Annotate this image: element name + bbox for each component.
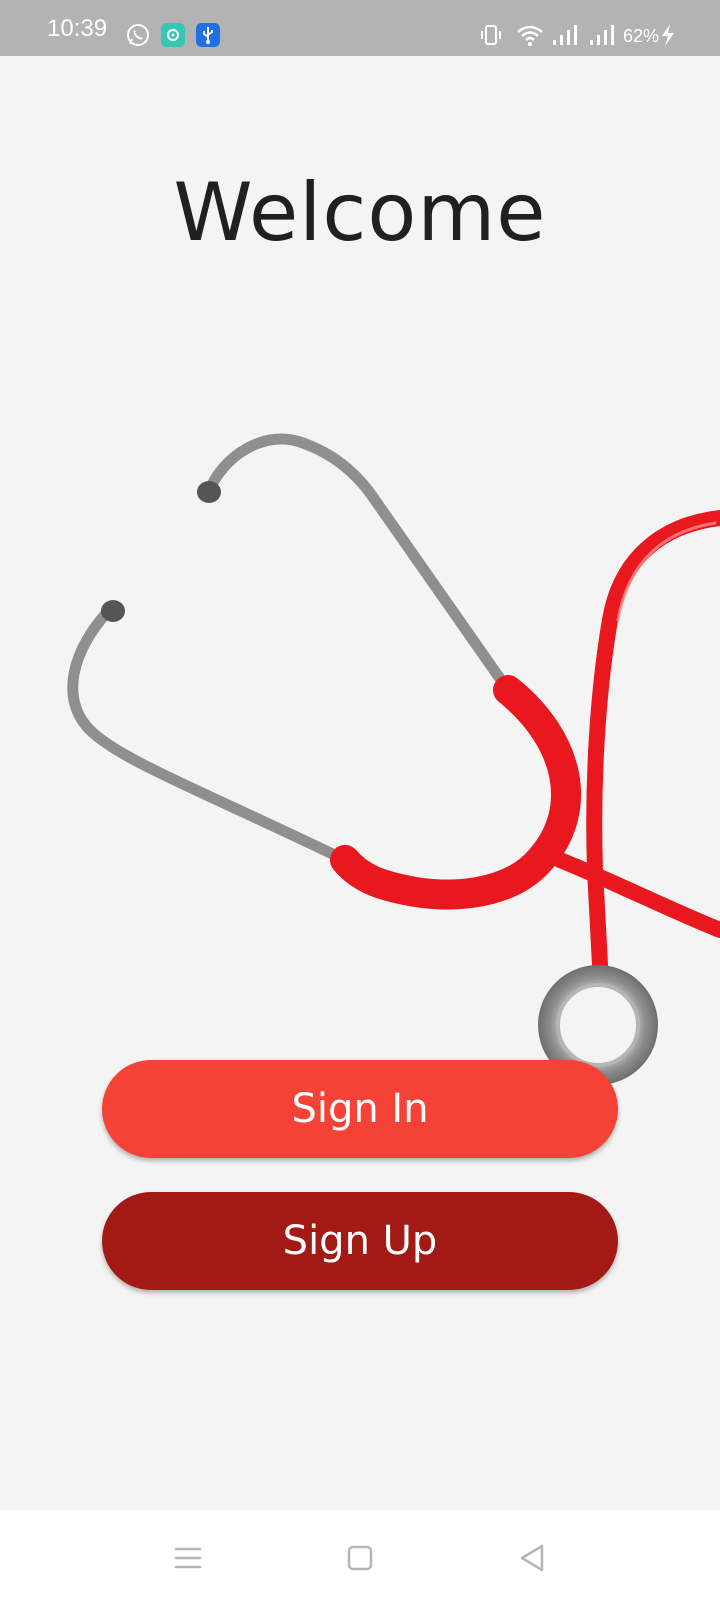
home-icon[interactable] (340, 1538, 380, 1578)
ear-tip (197, 481, 221, 503)
battery-percent: 62% (623, 26, 660, 46)
status-time: 10:39 (47, 15, 108, 42)
stethoscope-illustration (67, 433, 720, 1085)
navigation-bar (0, 1510, 720, 1600)
ear-tip (101, 600, 125, 622)
wifi-icon (516, 23, 544, 49)
signal-icon (589, 23, 615, 49)
vibrate-icon (479, 23, 503, 49)
whatsapp-icon (126, 23, 150, 49)
usb-icon (196, 23, 220, 49)
sign-up-button[interactable]: Sign Up (102, 1192, 618, 1290)
charging-icon (660, 23, 676, 49)
menu-icon[interactable] (168, 1538, 208, 1578)
page-title: Welcome (173, 166, 547, 259)
back-icon[interactable] (512, 1538, 552, 1578)
app-icon (161, 23, 185, 49)
signal-icon (552, 23, 578, 49)
welcome-screen: 10:39 62% Welcome Sign In Sign Up (0, 0, 720, 1600)
sign-in-button[interactable]: Sign In (102, 1060, 618, 1158)
status-bar: 10:39 62% (0, 0, 720, 56)
